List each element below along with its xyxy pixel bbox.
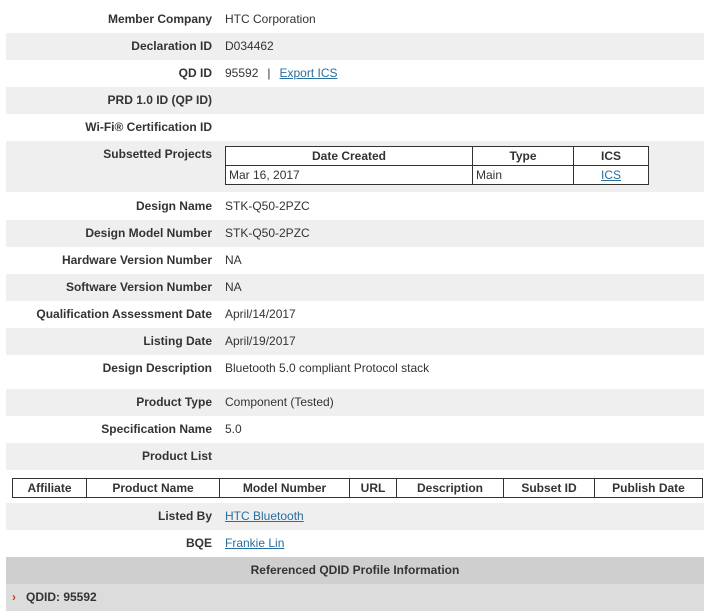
value-qd-id-group: 95592 | Export ICS [225, 60, 338, 87]
label-member-company: Member Company [107, 12, 212, 26]
label-listing-date: Listing Date [143, 334, 212, 348]
value-design-model-number: STK-Q50-2PZC [225, 226, 310, 240]
row-design-description: Design Description Bluetooth 5.0 complia… [6, 355, 704, 389]
subsetted-projects-table: Date Created Type ICS Mar 16, 2017 Main … [225, 146, 649, 185]
row-member-company: Member Company HTC Corporation [6, 6, 704, 33]
row-prd-id: PRD 1.0 ID (QP ID) [6, 87, 704, 114]
row-listed-by: Listed By HTC Bluetooth [6, 503, 704, 530]
label-prd-id: PRD 1.0 ID (QP ID) [107, 93, 212, 107]
row-product-list: Product List [6, 443, 704, 470]
label-design-name: Design Name [135, 199, 212, 213]
col-subset-id: Subset ID [503, 478, 595, 498]
label-qd-id: QD ID [178, 66, 212, 80]
col-publish-date: Publish Date [594, 478, 703, 498]
row-design-model-number: Design Model Number STK-Q50-2PZC [6, 220, 704, 247]
value-declaration-id: D034462 [225, 39, 274, 53]
value-specification-name: 5.0 [225, 422, 242, 436]
value-qualification-date: April/14/2017 [225, 307, 296, 321]
row-hardware-version: Hardware Version Number NA [6, 247, 704, 274]
qdid-item-label: QDID: 95592 [26, 590, 97, 604]
row-wifi-cert: Wi-Fi® Certification ID [6, 114, 704, 141]
qdid-expand-item[interactable]: › QDID: 95592 [6, 584, 704, 611]
col-type: Type [472, 146, 574, 166]
qd-id-separator: | [267, 66, 271, 80]
row-product-type: Product Type Component (Tested) [6, 389, 704, 416]
label-product-type: Product Type [136, 395, 212, 409]
col-product-name: Product Name [86, 478, 220, 498]
bqe-link[interactable]: Frankie Lin [225, 530, 284, 557]
product-list-header-row: Affiliate Product Name Model Number URL … [12, 478, 703, 498]
label-qualification-date: Qualification Assessment Date [36, 307, 212, 321]
value-software-version: NA [225, 280, 242, 294]
value-design-description: Bluetooth 5.0 compliant Protocol stack [225, 361, 430, 375]
label-listed-by: Listed By [157, 509, 212, 523]
value-listing-date: April/19/2017 [225, 334, 296, 348]
ics-link[interactable]: ICS [601, 168, 621, 182]
value-qd-id: 95592 [225, 66, 259, 80]
label-wifi-cert: Wi-Fi® Certification ID [85, 120, 212, 134]
cell-type: Main [472, 165, 574, 185]
row-qualification-date: Qualification Assessment Date April/14/2… [6, 301, 704, 328]
label-declaration-id: Declaration ID [131, 39, 212, 53]
subsetted-header-row: Date Created Type ICS [225, 146, 649, 166]
label-design-description: Design Description [102, 361, 212, 375]
export-ics-link[interactable]: Export ICS [280, 66, 338, 80]
row-qd-id: QD ID 95592 | Export ICS [6, 60, 704, 87]
label-specification-name: Specification Name [101, 422, 212, 436]
row-listing-date: Listing Date April/19/2017 [6, 328, 704, 355]
label-software-version: Software Version Number [65, 280, 212, 294]
label-bqe: BQE [185, 536, 212, 550]
col-date-created: Date Created [225, 146, 473, 166]
col-description: Description [396, 478, 504, 498]
label-product-list: Product List [141, 449, 212, 463]
col-model-number: Model Number [219, 478, 350, 498]
row-specification-name: Specification Name 5.0 [6, 416, 704, 443]
cell-ics: ICS [573, 165, 649, 185]
col-ics: ICS [573, 146, 649, 166]
row-software-version: Software Version Number NA [6, 274, 704, 301]
value-design-name: STK-Q50-2PZC [225, 199, 310, 213]
product-list-table: Affiliate Product Name Model Number URL … [12, 478, 703, 498]
label-subsetted-projects: Subsetted Projects [103, 147, 212, 161]
chevron-right-icon: › [12, 590, 16, 604]
referenced-qdid-header: Referenced QDID Profile Information [6, 557, 704, 584]
col-affiliate: Affiliate [12, 478, 87, 498]
value-product-type: Component (Tested) [225, 395, 334, 409]
value-hardware-version: NA [225, 253, 242, 267]
label-design-model-number: Design Model Number [85, 226, 212, 240]
table-row: Mar 16, 2017 Main ICS [225, 165, 649, 185]
label-hardware-version: Hardware Version Number [61, 253, 212, 267]
row-design-name: Design Name STK-Q50-2PZC [6, 193, 704, 220]
cell-date-created: Mar 16, 2017 [225, 165, 473, 185]
listed-by-link[interactable]: HTC Bluetooth [225, 503, 304, 530]
row-subsetted-projects: Subsetted Projects Date Created Type ICS… [6, 141, 704, 192]
value-member-company: HTC Corporation [225, 12, 316, 26]
row-declaration-id: Declaration ID D034462 [6, 33, 704, 60]
col-url: URL [349, 478, 397, 498]
row-bqe: BQE Frankie Lin [6, 530, 704, 557]
